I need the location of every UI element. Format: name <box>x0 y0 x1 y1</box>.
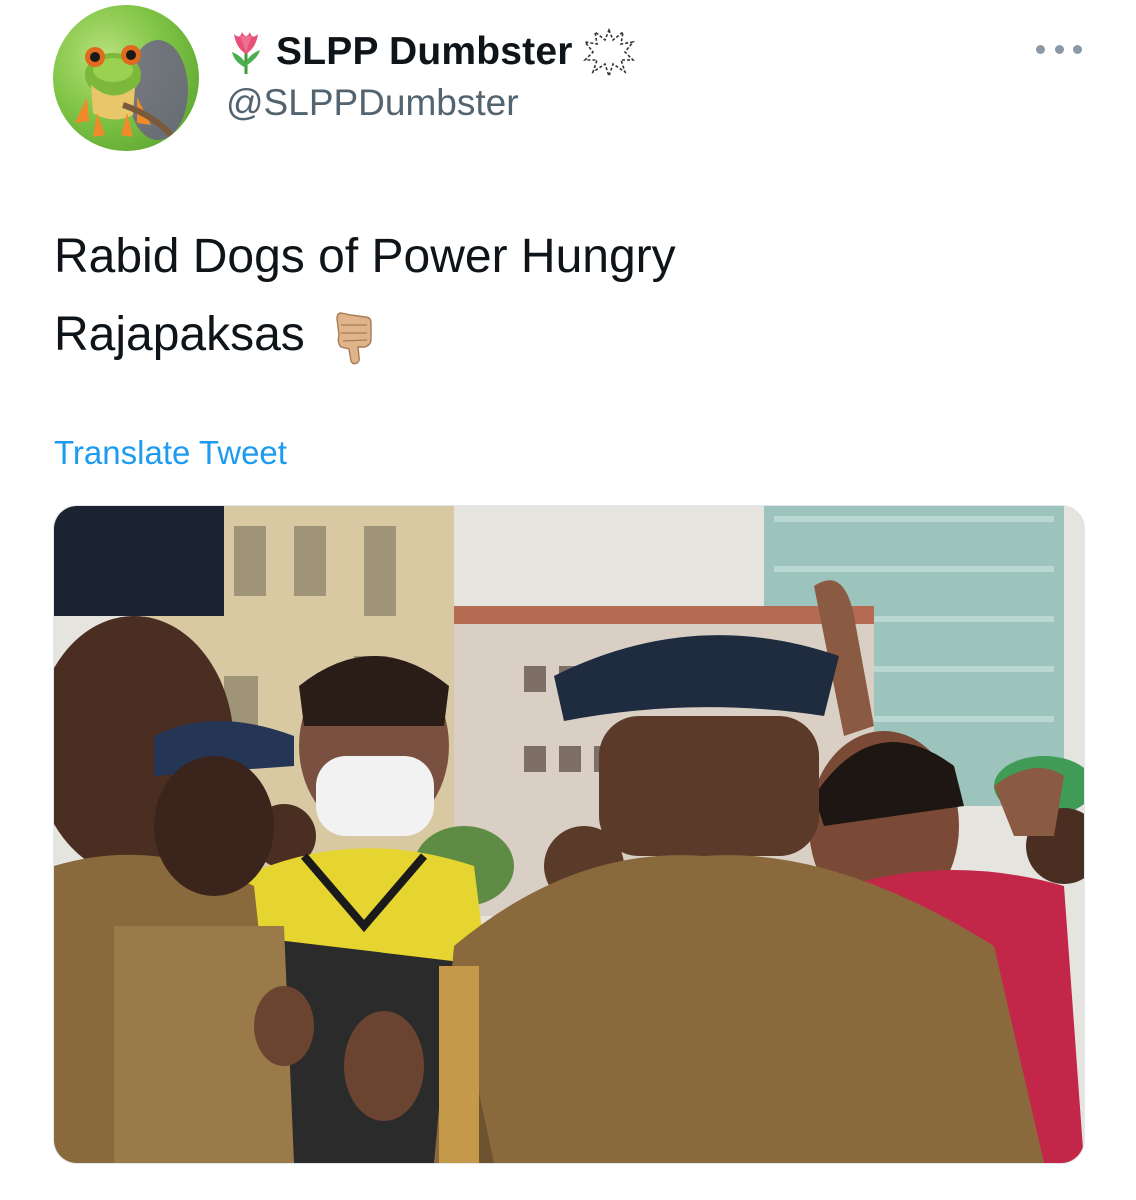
ellipsis-icon-dot <box>1073 44 1082 54</box>
tweet-text-line-1: Rabid Dogs of Power Hungry <box>54 230 676 283</box>
tweet-text: Rabid Dogs of Power Hungry Rajapaksas <box>54 218 1074 374</box>
photo-crowd-with-police <box>54 506 1084 1163</box>
author-handle[interactable]: @SLPPDumbster <box>226 82 519 124</box>
frog-avatar-icon <box>75 40 188 140</box>
tweet-text-line-2-words: Rajapaksas <box>54 308 305 361</box>
translate-tweet-link[interactable]: Translate Tweet <box>54 434 287 472</box>
ellipsis-icon-dot <box>1036 44 1045 54</box>
anger-burst-icon <box>582 27 635 78</box>
tweet-media-photo[interactable] <box>53 505 1085 1164</box>
backhand-index-pointing-down-icon <box>336 312 372 365</box>
ellipsis-icon-dot <box>1054 44 1064 54</box>
author-display-name[interactable]: SLPP Dumbster <box>276 30 573 74</box>
avatar[interactable] <box>53 5 199 151</box>
tweet-text-line-2: Rajapaksas <box>54 296 1074 374</box>
author-name-row[interactable]: SLPP Dumbster <box>226 22 635 82</box>
more-options-button[interactable] <box>1036 34 1082 64</box>
tulip-icon <box>232 32 260 74</box>
